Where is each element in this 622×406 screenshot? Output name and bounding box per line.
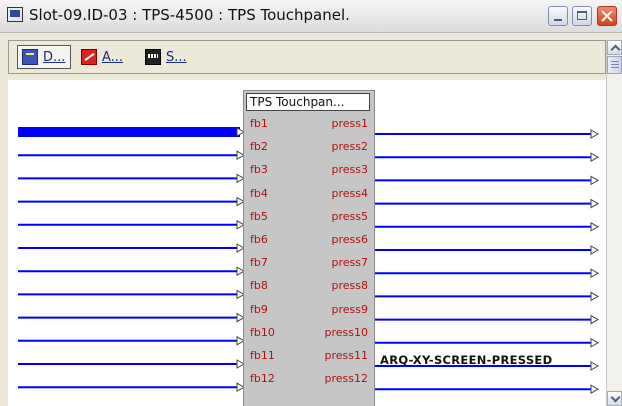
- output-arrow-icon: [590, 314, 600, 325]
- output-pin-press10[interactable]: press10: [325, 326, 369, 339]
- input-pin-fb7[interactable]: fb7: [250, 256, 268, 269]
- maximize-icon[interactable]: [572, 6, 592, 26]
- output-pin-press7[interactable]: press7: [332, 256, 369, 269]
- scroll-thumb[interactable]: [607, 56, 622, 74]
- input-pin-fb9[interactable]: fb9: [250, 303, 268, 316]
- program-canvas[interactable]: TPS Touchpan... fb1 press1 fb2 press2 fb3 pre…: [8, 80, 606, 406]
- output-arrow-icon: [590, 337, 600, 348]
- view-toolbar: D... A... S...: [8, 40, 606, 74]
- detail-view-icon: [22, 49, 38, 65]
- output-arrow-icon: [590, 221, 600, 232]
- input-pin-fb6[interactable]: fb6: [250, 233, 268, 246]
- input-pin-fb11[interactable]: fb11: [250, 349, 275, 362]
- vertical-scrollbar[interactable]: [606, 40, 622, 406]
- output-arrow-icon: [590, 361, 600, 371]
- output-arrow-icon: [590, 129, 600, 139]
- output-arrow-icon: [590, 245, 600, 255]
- input-pin-fb4[interactable]: fb4: [250, 187, 268, 200]
- output-pin-press12[interactable]: press12: [325, 372, 369, 385]
- scroll-up-icon[interactable]: [607, 40, 622, 55]
- tab-analog-view[interactable]: A...: [77, 45, 135, 69]
- application-window-icon[interactable]: [7, 7, 23, 22]
- close-icon[interactable]: [597, 6, 617, 26]
- output-pin-press2[interactable]: press2: [332, 140, 369, 153]
- output-pin-press6[interactable]: press6: [332, 233, 369, 246]
- output-arrow-icon: [590, 152, 600, 163]
- output-pin-press4[interactable]: press4: [332, 187, 369, 200]
- output-pin-press9[interactable]: press9: [332, 303, 369, 316]
- output-arrow-icon: [590, 198, 600, 209]
- touchpanel-symbol[interactable]: TPS Touchpan... fb1 press1 fb2 press2 fb3 pre…: [243, 90, 375, 406]
- program-window: Slot-09.ID-03 : TPS-4500 : TPS Touchpane…: [0, 0, 622, 406]
- minimize-icon[interactable]: [548, 6, 568, 26]
- selected-input-wire[interactable]: [18, 127, 240, 137]
- signal-label-press11[interactable]: ARQ-XY-SCREEN-PRESSED: [380, 353, 552, 367]
- output-arrow-icon: [590, 175, 600, 186]
- tab-detail-view[interactable]: D...: [17, 45, 71, 69]
- output-pin-press3[interactable]: press3: [332, 163, 369, 176]
- output-pin-press5[interactable]: press5: [332, 210, 369, 223]
- input-pin-fb12[interactable]: fb12: [250, 372, 275, 385]
- window-title: Slot-09.ID-03 : TPS-4500 : TPS Touchpane…: [29, 6, 350, 24]
- analog-view-icon: [81, 49, 97, 65]
- output-arrow-icon: [590, 291, 600, 302]
- tab-label: S...: [166, 49, 187, 65]
- tab-label: A...: [102, 49, 124, 65]
- input-pin-fb2[interactable]: fb2: [250, 140, 268, 153]
- serial-view-icon: [145, 49, 161, 65]
- output-pin-press1[interactable]: press1: [332, 117, 369, 130]
- input-pin-fb10[interactable]: fb10: [250, 326, 275, 339]
- output-pin-press11[interactable]: press11: [325, 349, 369, 362]
- tab-label: D...: [43, 49, 66, 65]
- grip-icon: [611, 61, 619, 69]
- output-arrow-icon: [590, 384, 600, 395]
- input-pin-fb1[interactable]: fb1: [250, 117, 268, 130]
- output-pin-press8[interactable]: press8: [332, 279, 369, 292]
- input-pin-fb8[interactable]: fb8: [250, 279, 268, 292]
- input-pin-fb3[interactable]: fb3: [250, 163, 268, 176]
- scroll-down-icon[interactable]: [607, 391, 622, 406]
- title-bar[interactable]: Slot-09.ID-03 : TPS-4500 : TPS Touchpane…: [0, 0, 622, 33]
- output-arrow-icon: [590, 268, 600, 279]
- symbol-title: TPS Touchpan...: [246, 93, 370, 111]
- tab-serial-view[interactable]: S...: [141, 45, 199, 69]
- input-pin-fb5[interactable]: fb5: [250, 210, 268, 223]
